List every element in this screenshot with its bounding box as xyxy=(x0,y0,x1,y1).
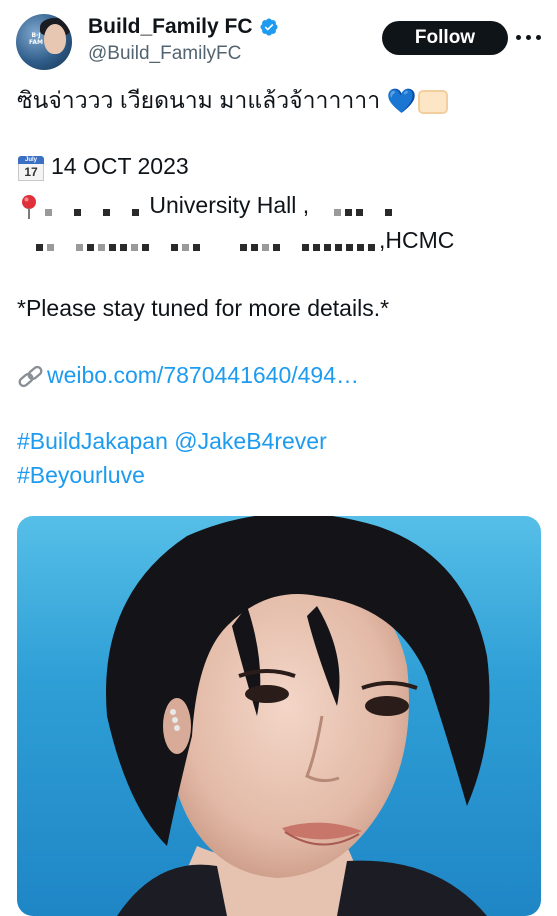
account-handle[interactable]: @Build_FamilyFC xyxy=(88,43,241,65)
redacted-venue-name xyxy=(45,197,143,217)
more-options-icon[interactable] xyxy=(516,28,542,48)
address-city: ,HCMC xyxy=(379,227,455,253)
hashtag-line-2: #Beyourluve xyxy=(17,461,145,489)
calendar-icon: July 17 xyxy=(17,154,45,182)
avatar[interactable]: B·J FAM xyxy=(16,14,72,70)
link-line: weibo.com/7870441640/494… xyxy=(17,361,359,390)
date-line: July 17 14 OCT 2023 xyxy=(17,152,189,182)
round-pushpin-icon xyxy=(22,194,36,219)
venue-text: University Hall , xyxy=(149,192,310,218)
link-icon xyxy=(18,365,43,388)
portrait-illustration xyxy=(106,516,490,916)
hashtag-buildjakapan[interactable]: #BuildJakapan xyxy=(17,428,168,454)
follow-button[interactable]: Follow xyxy=(382,21,508,55)
redacted-venue-extra xyxy=(316,197,396,217)
display-name[interactable]: Build_Family FC xyxy=(88,15,253,39)
calendar-day: 17 xyxy=(18,163,44,181)
stay-tuned-text: *Please stay tuned for more details.* xyxy=(17,295,390,321)
calendar-month: July xyxy=(18,155,44,164)
tweet-photo[interactable] xyxy=(17,516,541,916)
heart-hands-icon xyxy=(418,89,449,114)
avatar-logo: B·J FAM xyxy=(28,32,44,46)
address-line: ,HCMC xyxy=(36,226,454,254)
verified-badge-icon xyxy=(259,18,278,36)
venue-line: University Hall , xyxy=(17,191,396,221)
hashtag-beyourluve[interactable]: #Beyourluve xyxy=(17,462,145,488)
mention-jakeb4rever[interactable]: @JakeB4rever xyxy=(174,428,326,454)
thai-greeting-text: ซินจ่าววว เวียดนาม มาแล้วจ้าาาาาา xyxy=(17,87,381,113)
redacted-address xyxy=(36,232,379,252)
event-date: 14 OCT 2023 xyxy=(51,153,189,179)
blue-heart-icon: 💙 xyxy=(386,87,417,115)
name-row: Build_Family FC xyxy=(88,15,279,39)
thai-greeting-line: ซินจ่าววว เวียดนาม มาแล้วจ้าาาาาา 💙 xyxy=(17,86,449,116)
tweet-header: B·J FAM Build_Family FC @Build_FamilyFC F… xyxy=(0,0,557,80)
hashtag-line-1: #BuildJakapan @JakeB4rever xyxy=(17,427,327,455)
weibo-link[interactable]: weibo.com/7870441640/494… xyxy=(47,362,359,388)
